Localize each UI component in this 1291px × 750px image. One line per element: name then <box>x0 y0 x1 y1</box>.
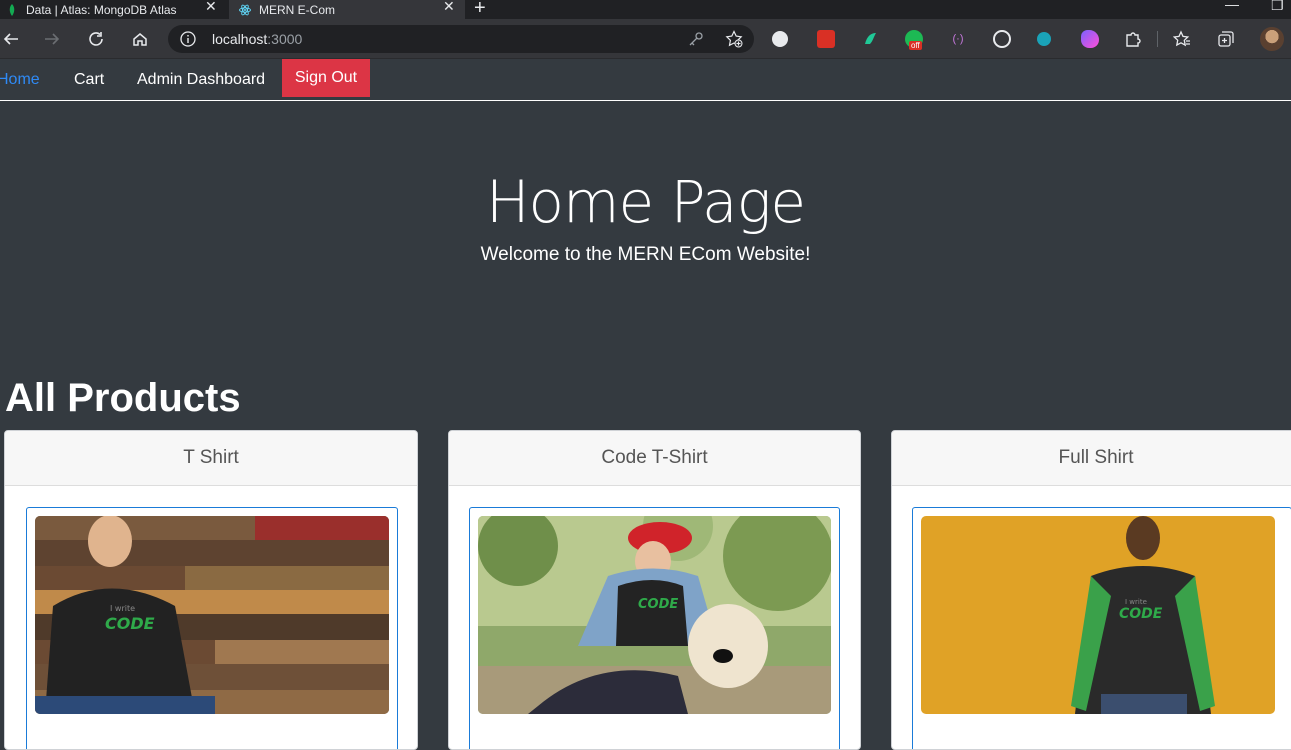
forward-arrow-icon[interactable] <box>41 28 63 50</box>
product-card[interactable]: Full Shirt I write CODE <box>891 430 1291 750</box>
url-text: localhost:3000 <box>212 31 303 47</box>
restore-window-icon[interactable]: ❐ <box>1271 0 1284 14</box>
add-favorite-icon[interactable] <box>725 30 743 48</box>
extension-icon[interactable] <box>817 30 835 48</box>
browser-toolbar: localhost:3000 off (·) <box>0 19 1291 59</box>
minimize-window-icon[interactable]: — <box>1225 0 1239 12</box>
page-subtitle: Welcome to the MERN ECom Website! <box>480 244 811 265</box>
svg-text:CODE: CODE <box>638 597 678 612</box>
nav-cart-link[interactable]: Cart <box>74 71 104 89</box>
site-navbar: Home Cart Admin Dashboard Sign Out <box>0 59 1291 101</box>
close-tab-icon[interactable]: ✕ <box>443 0 455 15</box>
product-image[interactable]: I write CODE <box>921 516 1275 714</box>
extension-icon[interactable] <box>861 30 879 48</box>
extension-off-badge: off <box>909 41 922 50</box>
browser-tab-mern[interactable]: MERN E-Com ✕ <box>229 0 465 19</box>
mongodb-leaf-icon <box>6 3 18 16</box>
extension-icon[interactable]: (·) <box>949 30 967 48</box>
collections-icon[interactable] <box>1215 28 1237 50</box>
product-name: T Shirt <box>5 431 417 486</box>
profile-avatar[interactable] <box>1260 27 1284 51</box>
product-image[interactable]: CODE <box>478 516 831 714</box>
tab-title: MERN E-Com <box>259 2 336 17</box>
product-image[interactable]: I write CODE <box>35 516 389 714</box>
product-image-frame: I write CODE <box>912 507 1291 749</box>
product-card[interactable]: Code T-Shirt CODE <box>448 430 861 750</box>
extension-icon[interactable] <box>1037 32 1051 46</box>
extensions-puzzle-icon[interactable] <box>1122 28 1144 50</box>
react-icon <box>239 4 251 16</box>
favorites-icon[interactable] <box>1171 28 1193 50</box>
home-icon[interactable] <box>129 28 151 50</box>
product-image-frame: CODE <box>469 507 840 749</box>
products-heading: All Products <box>5 376 241 420</box>
svg-text:I write: I write <box>110 604 135 613</box>
reload-icon[interactable] <box>85 28 107 50</box>
key-icon[interactable] <box>688 31 704 47</box>
close-tab-icon[interactable]: ✕ <box>205 0 217 15</box>
browser-tab-strip: Data | Atlas: MongoDB Atlas ✕ MERN E-Com… <box>0 0 1291 19</box>
back-arrow-icon[interactable] <box>0 28 22 50</box>
info-icon[interactable] <box>180 31 196 47</box>
product-name: Code T-Shirt <box>449 431 860 486</box>
product-name: Full Shirt <box>892 431 1291 486</box>
svg-text:CODE: CODE <box>105 614 155 633</box>
tab-title: Data | Atlas: MongoDB Atlas <box>26 2 177 17</box>
sign-out-button[interactable]: Sign Out <box>282 59 370 97</box>
product-card[interactable]: T Shirt I write CODE <box>4 430 418 750</box>
svg-text:I write: I write <box>1125 598 1147 606</box>
page-title: Home Page <box>485 168 806 236</box>
new-tab-plus-icon[interactable]: + <box>474 0 486 20</box>
address-bar[interactable]: localhost:3000 <box>168 25 754 53</box>
toolbar-separator <box>1157 31 1158 47</box>
extension-icon[interactable] <box>1081 30 1099 48</box>
browser-tab-mongodb[interactable]: Data | Atlas: MongoDB Atlas ✕ <box>0 0 228 19</box>
nav-home-link[interactable]: Home <box>0 71 40 89</box>
extension-icon[interactable] <box>772 31 788 47</box>
product-image-frame: I write CODE <box>26 507 398 749</box>
extension-icon[interactable] <box>993 30 1011 48</box>
svg-text:CODE: CODE <box>1119 606 1163 622</box>
nav-admin-dashboard-link[interactable]: Admin Dashboard <box>137 71 265 89</box>
